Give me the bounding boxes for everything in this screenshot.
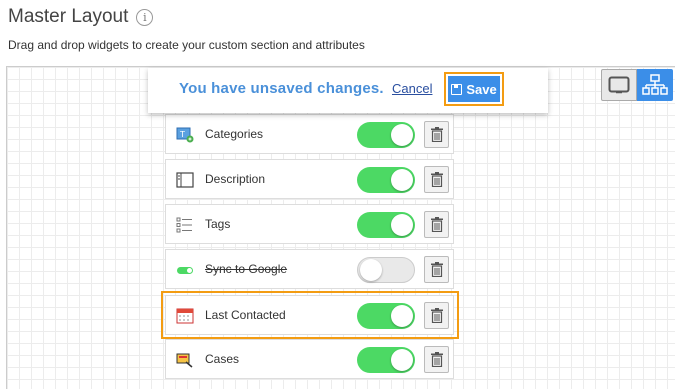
- page-subtitle: Drag and drop widgets to create your cus…: [8, 38, 365, 52]
- widget-toggle[interactable]: [357, 347, 415, 373]
- widget-label: Tags: [205, 217, 231, 231]
- desktop-icon: [608, 76, 630, 94]
- widget-row-sync-to-google[interactable]: Sync to Google: [165, 249, 454, 289]
- trash-icon: [430, 262, 443, 277]
- page-header: Master Layout i: [8, 6, 154, 28]
- widget-toggle[interactable]: [357, 122, 415, 148]
- trash-icon: [430, 127, 443, 142]
- sync-toggle-icon: [176, 262, 194, 278]
- unsaved-changes-bar: You have unsaved changes. Cancel Save: [148, 68, 548, 113]
- save-label: Save: [466, 81, 497, 97]
- widget-toggle[interactable]: [357, 257, 415, 283]
- svg-text:T: T: [179, 130, 185, 139]
- widget-row-description[interactable]: Description: [165, 159, 454, 199]
- widget-row-categories[interactable]: T Categories: [165, 114, 454, 154]
- widget-toggle[interactable]: [357, 212, 415, 238]
- delete-button[interactable]: [424, 256, 449, 283]
- delete-button[interactable]: [424, 166, 449, 193]
- desktop-view-button[interactable]: [601, 69, 637, 101]
- widget-label: Cases: [205, 352, 240, 366]
- categories-icon: T: [176, 127, 194, 143]
- widget-label: Description: [205, 172, 266, 186]
- tree-view-button[interactable]: [637, 69, 673, 101]
- widget-label: Sync to Google: [205, 262, 288, 276]
- save-icon: [451, 83, 463, 95]
- save-highlight: Save: [444, 72, 504, 106]
- cases-icon: [176, 352, 194, 368]
- cancel-link[interactable]: Cancel: [392, 81, 432, 96]
- delete-button[interactable]: [424, 121, 449, 148]
- widget-toggle[interactable]: [357, 167, 415, 193]
- description-icon: [176, 172, 194, 188]
- trash-icon: [430, 172, 443, 187]
- highlight-frame: [161, 291, 459, 339]
- save-button[interactable]: Save: [448, 76, 500, 102]
- page-title: Master Layout: [8, 6, 129, 27]
- tags-icon: [176, 217, 194, 233]
- delete-button[interactable]: [424, 346, 449, 373]
- view-toggle: [601, 69, 673, 101]
- info-icon[interactable]: i: [136, 8, 154, 26]
- trash-icon: [430, 352, 443, 367]
- trash-icon: [430, 217, 443, 232]
- widget-row-tags[interactable]: Tags: [165, 204, 454, 244]
- delete-button[interactable]: [424, 211, 449, 238]
- widget-row-cases[interactable]: Cases: [165, 339, 454, 379]
- unsaved-message: You have unsaved changes.: [179, 80, 384, 97]
- widget-label: Categories: [205, 127, 264, 141]
- org-tree-icon: [642, 74, 668, 95]
